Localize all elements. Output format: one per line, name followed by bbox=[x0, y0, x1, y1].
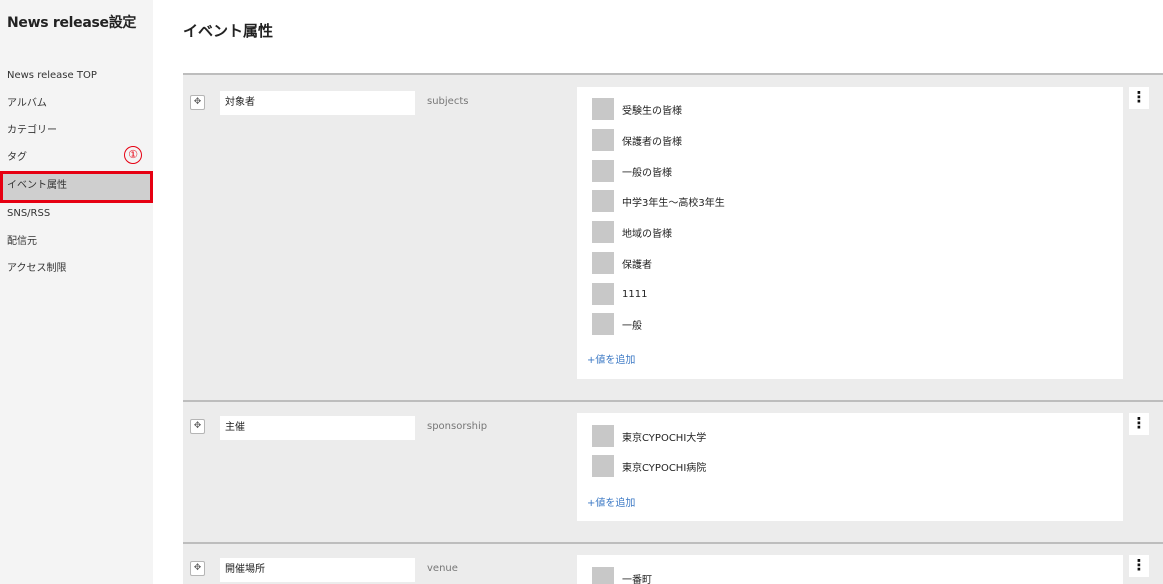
value-color-swatch[interactable] bbox=[592, 129, 614, 151]
value-label: 地域の皆様 bbox=[622, 228, 672, 240]
value-label: 東京CYPOCHI大学 bbox=[622, 432, 707, 444]
value-label: 中学3年生～高校3年生 bbox=[622, 197, 725, 209]
value-color-swatch[interactable] bbox=[592, 160, 614, 182]
attribute-key: subjects bbox=[427, 96, 469, 107]
attribute-block-sponsorship: ✥ 主催 sponsorship 東京CYPOCHI大学 東京CYPOCHI病院… bbox=[183, 400, 1163, 543]
value-color-swatch[interactable] bbox=[592, 455, 614, 477]
value-label: 保護者の皆様 bbox=[622, 136, 682, 148]
value-label: 受験生の皆様 bbox=[622, 105, 682, 117]
value-item[interactable]: 一般の皆様 bbox=[592, 160, 672, 182]
app-window: News release設定 News release TOP アルバム カテゴ… bbox=[0, 0, 1163, 584]
value-item[interactable]: 一番町 bbox=[592, 567, 652, 584]
move-arrows-icon[interactable]: ✥ bbox=[190, 95, 205, 110]
value-item[interactable]: 受験生の皆様 bbox=[592, 98, 682, 120]
value-color-swatch[interactable] bbox=[592, 252, 614, 274]
value-color-swatch[interactable] bbox=[592, 567, 614, 584]
attribute-block-venue: ✥ 開催場所 venue 一番町 ⋮ bbox=[183, 542, 1163, 584]
sidebar-item-news-release-top[interactable]: News release TOP bbox=[0, 61, 153, 91]
vertical-dots-icon[interactable]: ⋮ bbox=[1129, 87, 1149, 109]
move-arrows-icon[interactable]: ✥ bbox=[190, 419, 205, 434]
value-item[interactable]: 中学3年生～高校3年生 bbox=[592, 190, 725, 212]
attribute-key: venue bbox=[427, 563, 458, 574]
attribute-block-subjects: ✥ 対象者 subjects 受験生の皆様 保護者の皆様 一般の皆様 中学3年生… bbox=[183, 73, 1163, 401]
value-item[interactable]: 東京CYPOCHI病院 bbox=[592, 455, 706, 477]
value-color-swatch[interactable] bbox=[592, 98, 614, 120]
annotation-marker: ① bbox=[124, 146, 142, 164]
value-color-swatch[interactable] bbox=[592, 221, 614, 243]
attribute-name-input[interactable]: 主催 bbox=[220, 416, 415, 440]
vertical-dots-icon[interactable]: ⋮ bbox=[1129, 555, 1149, 577]
values-panel: 東京CYPOCHI大学 東京CYPOCHI病院 +値を追加 bbox=[577, 413, 1123, 521]
value-label: 東京CYPOCHI病院 bbox=[622, 462, 707, 474]
sidebar-title: News release設定 bbox=[7, 15, 137, 31]
value-item[interactable]: 保護者の皆様 bbox=[592, 129, 682, 151]
value-label: 一般の皆様 bbox=[622, 167, 672, 179]
attribute-name-input[interactable]: 開催場所 bbox=[220, 558, 415, 582]
sidebar-item-access-restriction[interactable]: アクセス制限 bbox=[0, 254, 153, 284]
value-label: 保護者 bbox=[622, 259, 652, 271]
sidebar-item-sns-rss[interactable]: SNS/RSS bbox=[0, 199, 153, 229]
sidebar-item-album[interactable]: アルバム bbox=[0, 89, 153, 119]
add-value-link[interactable]: +値を追加 bbox=[587, 494, 635, 509]
sidebar-item-distributor[interactable]: 配信元 bbox=[0, 227, 153, 257]
value-item[interactable]: 一般 bbox=[592, 313, 642, 335]
sidebar-item-category[interactable]: カテゴリー bbox=[0, 116, 153, 146]
values-panel: 受験生の皆様 保護者の皆様 一般の皆様 中学3年生～高校3年生 地域の皆様 保護… bbox=[577, 87, 1123, 379]
value-color-swatch[interactable] bbox=[592, 425, 614, 447]
move-arrows-icon[interactable]: ✥ bbox=[190, 561, 205, 576]
add-value-link[interactable]: +値を追加 bbox=[587, 351, 635, 366]
value-color-swatch[interactable] bbox=[592, 283, 614, 305]
value-color-swatch[interactable] bbox=[592, 313, 614, 335]
attribute-key: sponsorship bbox=[427, 421, 488, 432]
value-color-swatch[interactable] bbox=[592, 190, 614, 212]
value-label: 一般 bbox=[622, 320, 642, 332]
main-content: イベント属性 ✥ 対象者 subjects 受験生の皆様 保護者の皆様 一般の皆… bbox=[153, 0, 1163, 584]
attribute-name-input[interactable]: 対象者 bbox=[220, 91, 415, 115]
value-label: 1111 bbox=[622, 288, 648, 300]
vertical-dots-icon[interactable]: ⋮ bbox=[1129, 413, 1149, 435]
sidebar: News release設定 News release TOP アルバム カテゴ… bbox=[0, 0, 153, 584]
value-item[interactable]: 東京CYPOCHI大学 bbox=[592, 425, 706, 447]
page-title: イベント属性 bbox=[183, 22, 274, 40]
values-panel: 一番町 bbox=[577, 555, 1123, 584]
value-label: 一番町 bbox=[622, 574, 652, 584]
value-item[interactable]: 1111 bbox=[592, 283, 647, 305]
value-item[interactable]: 保護者 bbox=[592, 252, 652, 274]
value-item[interactable]: 地域の皆様 bbox=[592, 221, 672, 243]
